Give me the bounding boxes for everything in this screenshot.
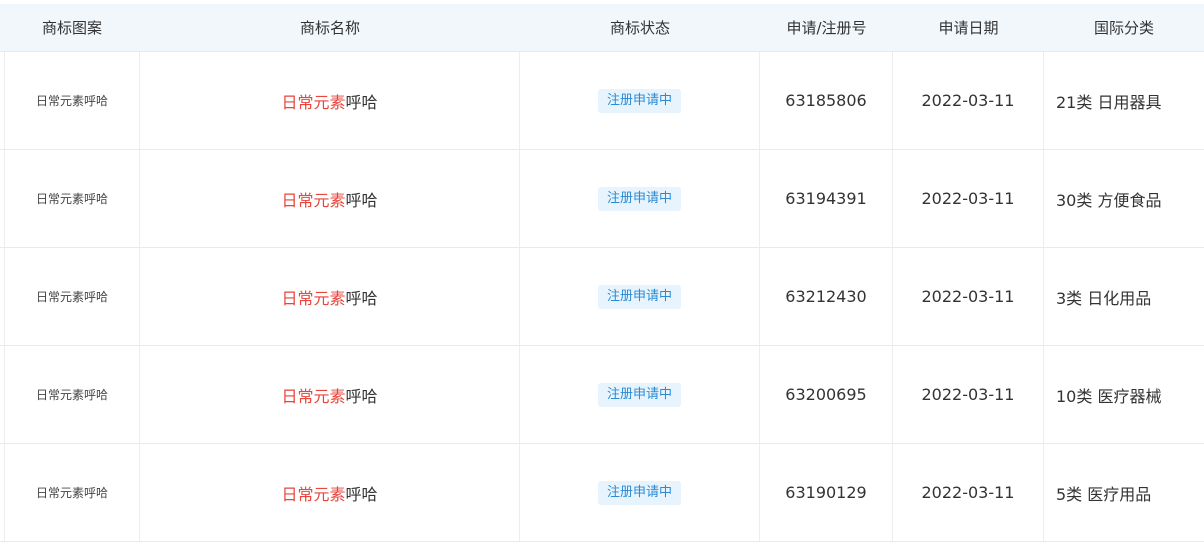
status-cell: 注册申请中 (520, 346, 760, 443)
name-rest: 呼哈 (345, 92, 378, 112)
regno-cell: 63212430 (760, 248, 893, 345)
name-highlight: 日常元素 (281, 288, 346, 308)
header-regno: 申请/注册号 (786, 19, 867, 37)
logo-text: 日常元素呼哈 (35, 388, 108, 402)
application-date: 2022-03-11 (921, 189, 1015, 208)
table-row[interactable]: 日常元素呼哈 日常元素呼哈 注册申请中 63190129 2022-03-11 … (0, 444, 1204, 542)
class-cell: 30类 方便食品 (1044, 150, 1204, 247)
logo-text: 日常元素呼哈 (35, 192, 108, 206)
status-badge: 注册申请中 (597, 88, 681, 113)
intl-class: 3类 日化用品 (1056, 288, 1152, 308)
trademark-name-cell: 日常元素呼哈 (140, 52, 520, 149)
trademark-logo[interactable]: 日常元素呼哈 (4, 444, 140, 541)
status-badge: 注册申请中 (597, 186, 681, 211)
status-badge: 注册申请中 (597, 382, 681, 407)
status-cell: 注册申请中 (520, 248, 760, 345)
table-header: 商标图案 商标名称 商标状态 申请/注册号 申请日期 国际分类 (0, 4, 1204, 52)
application-date: 2022-03-11 (921, 385, 1015, 404)
table-row[interactable]: 日常元素呼哈 日常元素呼哈 注册申请中 63185806 2022-03-11 … (0, 52, 1204, 150)
trademark-name-link[interactable]: 日常元素呼哈 (281, 187, 377, 211)
trademark-name-cell: 日常元素呼哈 (140, 248, 520, 345)
trademark-logo[interactable]: 日常元素呼哈 (4, 346, 140, 443)
name-highlight: 日常元素 (281, 484, 346, 504)
intl-class: 10类 医疗器械 (1056, 386, 1162, 406)
regno-cell: 63185806 (760, 52, 893, 149)
intl-class: 21类 日用器具 (1056, 92, 1162, 112)
trademark-logo[interactable]: 日常元素呼哈 (4, 52, 140, 149)
application-date: 2022-03-11 (921, 483, 1015, 502)
status-cell: 注册申请中 (520, 150, 760, 247)
status-badge: 注册申请中 (597, 480, 681, 505)
trademark-name-link[interactable]: 日常元素呼哈 (281, 481, 377, 505)
header-logo: 商标图案 (41, 19, 102, 37)
trademark-name-link[interactable]: 日常元素呼哈 (281, 285, 377, 309)
reg-number: 63185806 (785, 91, 867, 110)
trademark-name-cell: 日常元素呼哈 (140, 150, 520, 247)
intl-class: 5类 医疗用品 (1056, 484, 1152, 504)
regno-cell: 63200695 (760, 346, 893, 443)
name-rest: 呼哈 (345, 288, 378, 308)
date-cell: 2022-03-11 (893, 150, 1044, 247)
date-cell: 2022-03-11 (893, 248, 1044, 345)
header-status: 商标状态 (609, 19, 670, 37)
trademark-table: 商标图案 商标名称 商标状态 申请/注册号 申请日期 国际分类 日常元素呼哈 日… (0, 0, 1204, 545)
logo-text: 日常元素呼哈 (35, 290, 108, 304)
trademark-name-cell: 日常元素呼哈 (140, 444, 520, 541)
reg-number: 63200695 (785, 385, 867, 404)
trademark-logo[interactable]: 日常元素呼哈 (4, 150, 140, 247)
logo-text: 日常元素呼哈 (35, 94, 108, 108)
trademark-name-cell: 日常元素呼哈 (140, 346, 520, 443)
application-date: 2022-03-11 (921, 287, 1015, 306)
header-name: 商标名称 (299, 19, 360, 37)
logo-text: 日常元素呼哈 (35, 486, 108, 500)
name-rest: 呼哈 (345, 190, 378, 210)
name-highlight: 日常元素 (281, 190, 346, 210)
class-cell: 10类 医疗器械 (1044, 346, 1204, 443)
table-row[interactable]: 日常元素呼哈 日常元素呼哈 注册申请中 63212430 2022-03-11 … (0, 248, 1204, 346)
reg-number: 63194391 (785, 189, 867, 208)
name-rest: 呼哈 (345, 386, 378, 406)
class-cell: 3类 日化用品 (1044, 248, 1204, 345)
table-row[interactable]: 日常元素呼哈 日常元素呼哈 注册申请中 63200695 2022-03-11 … (0, 346, 1204, 444)
name-highlight: 日常元素 (281, 92, 346, 112)
header-class: 国际分类 (1093, 19, 1154, 37)
status-badge: 注册申请中 (597, 284, 681, 309)
class-cell: 5类 医疗用品 (1044, 444, 1204, 541)
header-date: 申请日期 (938, 19, 999, 37)
date-cell: 2022-03-11 (893, 346, 1044, 443)
reg-number: 63190129 (785, 483, 867, 502)
status-cell: 注册申请中 (520, 52, 760, 149)
regno-cell: 63190129 (760, 444, 893, 541)
application-date: 2022-03-11 (921, 91, 1015, 110)
name-rest: 呼哈 (345, 484, 378, 504)
name-highlight: 日常元素 (281, 386, 346, 406)
regno-cell: 63194391 (760, 150, 893, 247)
table-row[interactable]: 日常元素呼哈 日常元素呼哈 注册申请中 63194391 2022-03-11 … (0, 150, 1204, 248)
status-cell: 注册申请中 (520, 444, 760, 541)
trademark-name-link[interactable]: 日常元素呼哈 (281, 383, 377, 407)
date-cell: 2022-03-11 (893, 52, 1044, 149)
intl-class: 30类 方便食品 (1056, 190, 1162, 210)
date-cell: 2022-03-11 (893, 444, 1044, 541)
class-cell: 21类 日用器具 (1044, 52, 1204, 149)
reg-number: 63212430 (785, 287, 867, 306)
trademark-logo[interactable]: 日常元素呼哈 (4, 248, 140, 345)
trademark-name-link[interactable]: 日常元素呼哈 (281, 89, 377, 113)
